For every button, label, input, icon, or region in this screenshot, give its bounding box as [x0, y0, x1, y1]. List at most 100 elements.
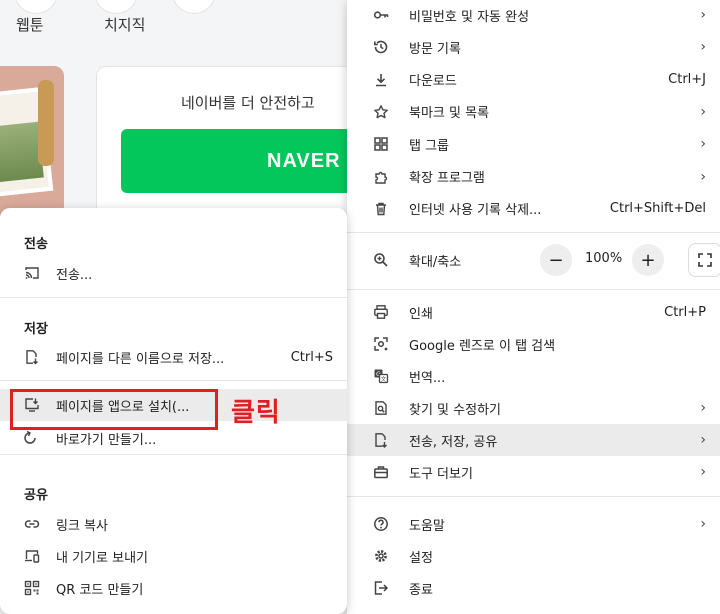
menu-item-label: QR 코드 만들기: [56, 582, 144, 598]
menu-item[interactable]: 방문 기록 ›: [347, 31, 720, 63]
menu-item-label: 바로가기 만들기...: [56, 432, 157, 448]
menu-item-label: 찾기 및 수정하기: [409, 402, 501, 418]
menu-divider: [0, 454, 347, 455]
menu-item[interactable]: 찾기 및 수정하기 ›: [347, 392, 720, 424]
submenu-section-heading: 공유: [24, 488, 48, 503]
chevron-right-icon: ›: [700, 7, 706, 23]
menu-item-label: 설정: [409, 550, 433, 566]
menu-item-label: 전송, 저장, 공유: [409, 434, 498, 450]
translate-icon: G文: [373, 368, 389, 384]
menu-item[interactable]: 전송...: [0, 257, 347, 289]
menu-item[interactable]: 종료: [347, 572, 720, 604]
menu-item-shortcut: Ctrl+J: [668, 72, 706, 88]
nav-icon-circle[interactable]: [172, 0, 216, 14]
menu-item[interactable]: 페이지를 다른 이름으로 저장... Ctrl+S: [0, 341, 347, 373]
menu-item-label: 번역...: [409, 370, 446, 386]
menu-item[interactable]: 설정: [347, 540, 720, 572]
menu-item[interactable]: G 文 번역...: [347, 360, 720, 392]
login-prompt: 네이버를 더 안전하고: [181, 94, 315, 112]
zoom-row: 확대/축소: [347, 244, 720, 276]
menu-item-label: 내 기기로 보내기: [56, 550, 148, 566]
menu-item-label: 페이지를 다른 이름으로 저장...: [56, 351, 225, 367]
menu-item[interactable]: 탭 그룹 ›: [347, 128, 720, 160]
menu-item-label: 종료: [409, 582, 433, 598]
nav-label-chzzk[interactable]: 치지직: [104, 14, 145, 35]
toolbox-icon: [373, 464, 389, 480]
naver-login-button[interactable]: NAVER: [121, 129, 361, 193]
promo-bottle: [38, 80, 54, 166]
submenu-section-heading: 저장: [24, 322, 48, 337]
zoom-in-button[interactable]: +: [632, 244, 664, 276]
shortcut-icon: [24, 430, 40, 446]
puzzle-icon: [373, 169, 389, 185]
menu-item[interactable]: 내 기기로 보내기: [0, 540, 347, 572]
star-icon: [373, 104, 389, 120]
menu-item[interactable]: 다운로드 Ctrl+J: [347, 64, 720, 96]
menu-item[interactable]: 도움말 ›: [347, 508, 720, 540]
login-card: 네이버를 더 안전하고 NAVER: [96, 66, 366, 216]
menu-divider: [347, 289, 720, 290]
print-icon: [373, 304, 389, 320]
menu-item-label: 전송...: [56, 267, 93, 283]
help-icon: [373, 516, 389, 532]
menu-item[interactable]: Google 렌즈로 이 탭 검색: [347, 328, 720, 360]
chevron-right-icon: ›: [700, 516, 706, 532]
share-save-icon: [373, 432, 389, 448]
link-icon: [24, 516, 40, 532]
promo-banner[interactable]: [0, 66, 64, 216]
download-icon: [373, 72, 389, 88]
menu-item-label: 비밀번호 및 자동 완성: [409, 9, 530, 25]
menu-item[interactable]: 비밀번호 및 자동 완성 ›: [347, 0, 720, 31]
menu-divider: [347, 232, 720, 233]
menu-divider: [0, 380, 347, 381]
menu-item[interactable]: 전송, 저장, 공유 ›: [347, 424, 720, 456]
annotation-click-label: 클릭: [231, 398, 281, 428]
send-device-icon: [24, 548, 40, 564]
menu-divider: [0, 297, 347, 298]
menu-item[interactable]: 링크 복사: [0, 508, 347, 540]
menu-item[interactable]: 인쇄 Ctrl+P: [347, 296, 720, 328]
menu-item-label: 다운로드: [409, 74, 457, 90]
nav-icon-circle[interactable]: [14, 0, 58, 14]
chevron-right-icon: ›: [700, 464, 706, 480]
fullscreen-button[interactable]: [688, 243, 720, 277]
menu-divider: [347, 496, 720, 497]
menu-item-label: Google 렌즈로 이 탭 검색: [409, 338, 556, 354]
menu-item[interactable]: 도구 더보기 ›: [347, 456, 720, 488]
menu-item-shortcut: Ctrl+P: [664, 304, 706, 320]
menu-item-label: 방문 기록: [409, 41, 461, 57]
settings-icon: [373, 548, 389, 564]
trash-icon: [373, 201, 389, 217]
menu-item-label: 도움말: [409, 518, 445, 534]
lens-icon: [373, 336, 389, 352]
annotation-highlight-box: [10, 389, 218, 430]
submenu-section-heading: 전송: [24, 237, 48, 252]
menu-item-label: 링크 복사: [56, 518, 108, 534]
chevron-right-icon: ›: [700, 39, 706, 56]
svg-text:文: 文: [381, 375, 387, 383]
menu-item-label: 탭 그룹: [409, 138, 450, 154]
menu-item[interactable]: 확장 프로그램 ›: [347, 161, 720, 193]
menu-item[interactable]: QR 코드 만들기: [0, 572, 347, 604]
zoom-out-button[interactable]: −: [540, 244, 572, 276]
menu-item[interactable]: 북마크 및 목록 ›: [347, 96, 720, 128]
menu-item-label: 확장 프로그램: [409, 171, 485, 186]
chevron-right-icon: ›: [700, 168, 706, 185]
menu-item-label: 북마크 및 목록: [409, 106, 490, 122]
zoom-icon: [373, 252, 389, 268]
key-icon: [373, 7, 389, 23]
chevron-right-icon: ›: [700, 136, 706, 153]
chevron-right-icon: ›: [700, 432, 706, 448]
history-icon: [373, 39, 389, 55]
nav-label-webtoon[interactable]: 웹툰: [16, 14, 44, 35]
save-page-icon: [24, 349, 40, 365]
nav-icon-circle[interactable]: [94, 0, 138, 14]
menu-item[interactable]: 인터넷 사용 기록 삭제... Ctrl+Shift+Del: [347, 193, 720, 225]
chevron-right-icon: ›: [700, 400, 706, 416]
fullscreen-icon: [698, 253, 712, 267]
cast-icon: [24, 265, 40, 281]
menu-item-shortcut: Ctrl+S: [290, 349, 333, 365]
chrome-main-menu: 확대/축소 − 100% + 비밀번호 및 자동 완성 › 방문 기록 › 다운로드 Ct…: [347, 0, 720, 614]
exit-icon: [373, 580, 389, 596]
menu-item-label: 인쇄: [409, 306, 433, 322]
